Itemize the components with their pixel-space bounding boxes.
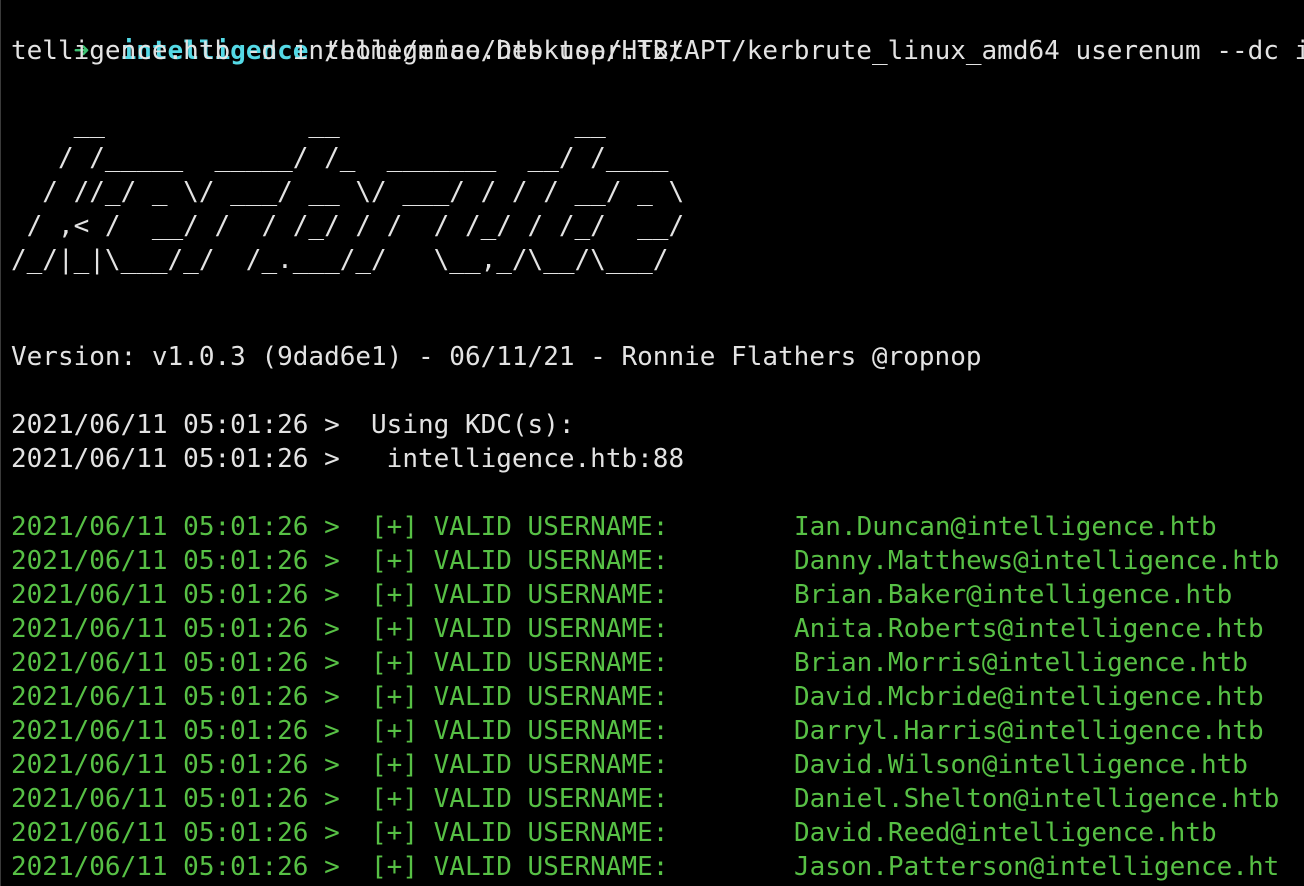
banner-line-2: / /_____ _____/ /_ _______ __/ /____ bbox=[11, 143, 685, 173]
result-prefix: 2021/06/11 05:01:26 > [+] VALID USERNAME… bbox=[11, 546, 669, 576]
result-username: David.Mcbride@intelligence.htb bbox=[794, 682, 1264, 712]
result-username: Ian.Duncan@intelligence.htb bbox=[794, 512, 1217, 542]
result-username: Daniel.Shelton@intelligence.htb bbox=[794, 784, 1280, 814]
result-prefix: 2021/06/11 05:01:26 > [+] VALID USERNAME… bbox=[11, 648, 669, 678]
result-row: 2021/06/11 05:01:26 > [+] VALID USERNAME… bbox=[11, 612, 1264, 646]
result-prefix: 2021/06/11 05:01:26 > [+] VALID USERNAME… bbox=[11, 784, 669, 814]
result-row: 2021/06/11 05:01:26 > [+] VALID USERNAME… bbox=[11, 850, 1279, 884]
result-row: 2021/06/11 05:01:26 > [+] VALID USERNAME… bbox=[11, 816, 1217, 850]
result-prefix: 2021/06/11 05:01:26 > [+] VALID USERNAME… bbox=[11, 682, 669, 712]
result-username: David.Wilson@intelligence.htb bbox=[794, 750, 1248, 780]
result-prefix: 2021/06/11 05:01:26 > [+] VALID USERNAME… bbox=[11, 580, 669, 610]
result-prefix: 2021/06/11 05:01:26 > [+] VALID USERNAME… bbox=[11, 512, 669, 542]
result-username: Danny.Matthews@intelligence.htb bbox=[794, 546, 1280, 576]
result-username: Jason.Patterson@intelligence.ht bbox=[794, 852, 1280, 882]
result-username: Brian.Morris@intelligence.htb bbox=[794, 648, 1248, 678]
command-line-1: ➜ intelligence /home/miao/Desktop/HTB/AP… bbox=[11, 0, 1304, 66]
info-line-kdc-host: 2021/06/11 05:01:26 > intelligence.htb:8… bbox=[11, 444, 685, 474]
result-row: 2021/06/11 05:01:26 > [+] VALID USERNAME… bbox=[11, 782, 1279, 816]
result-prefix: 2021/06/11 05:01:26 > [+] VALID USERNAME… bbox=[11, 614, 669, 644]
result-prefix: 2021/06/11 05:01:26 > [+] VALID USERNAME… bbox=[11, 750, 669, 780]
terminal-window[interactable]: ➜ intelligence /home/miao/Desktop/HTB/AP… bbox=[0, 0, 1304, 886]
result-row: 2021/06/11 05:01:26 > [+] VALID USERNAME… bbox=[11, 748, 1248, 782]
result-prefix: 2021/06/11 05:01:26 > [+] VALID USERNAME… bbox=[11, 716, 669, 746]
version-line: Version: v1.0.3 (9dad6e1) - 06/11/21 - R… bbox=[11, 342, 982, 372]
result-username: Anita.Roberts@intelligence.htb bbox=[794, 614, 1264, 644]
result-row: 2021/06/11 05:01:26 > [+] VALID USERNAME… bbox=[11, 646, 1248, 680]
result-row: 2021/06/11 05:01:26 > [+] VALID USERNAME… bbox=[11, 680, 1264, 714]
banner-line-5: /_/|_|\___/_/ /_.___/_/ \__,_/\__/\___/ bbox=[11, 245, 685, 275]
result-row: 2021/06/11 05:01:26 > [+] VALID USERNAME… bbox=[11, 544, 1279, 578]
command-line-2: telligence.htb -d intelligence.htb user.… bbox=[11, 36, 685, 66]
result-row: 2021/06/11 05:01:26 > [+] VALID USERNAME… bbox=[11, 510, 1217, 544]
result-prefix: 2021/06/11 05:01:26 > [+] VALID USERNAME… bbox=[11, 852, 669, 882]
banner-line-3: / //_/ _ \/ ___/ __ \/ ___/ / / / __/ _ … bbox=[11, 177, 685, 207]
result-username: Brian.Baker@intelligence.htb bbox=[794, 580, 1233, 610]
banner-line-4: / ,< / __/ / / /_/ / / / /_/ / /_/ __/ bbox=[11, 211, 685, 241]
result-username: David.Reed@intelligence.htb bbox=[794, 818, 1217, 848]
result-prefix: 2021/06/11 05:01:26 > [+] VALID USERNAME… bbox=[11, 818, 669, 848]
result-row: 2021/06/11 05:01:26 > [+] VALID USERNAME… bbox=[11, 578, 1232, 612]
result-row: 2021/06/11 05:01:26 > [+] VALID USERNAME… bbox=[11, 714, 1264, 748]
result-username: Darryl.Harris@intelligence.htb bbox=[794, 716, 1264, 746]
banner-line-1: __ __ __ bbox=[11, 109, 685, 139]
info-line-kdc: 2021/06/11 05:01:26 > Using KDC(s): bbox=[11, 410, 575, 440]
